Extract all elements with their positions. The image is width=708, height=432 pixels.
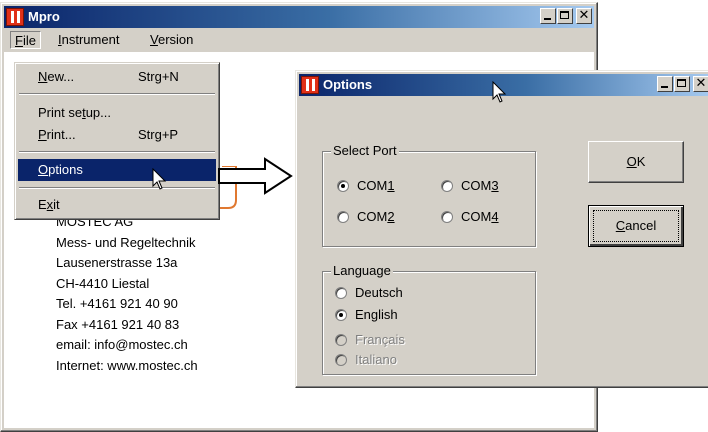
radio-button-icon (335, 354, 347, 366)
menubar: File Instrument Version (4, 29, 594, 51)
radio-button-icon (441, 180, 453, 192)
radio-button-icon (335, 287, 347, 299)
menu-item-exit[interactable]: Exit (18, 194, 216, 216)
shortcut-print: Strg+P (138, 127, 179, 142)
language-group: Language Deutsch English Français Italia… (322, 263, 536, 375)
mouse-pointer-icon (492, 81, 507, 103)
maximize-icon (560, 11, 569, 19)
ok-button[interactable]: OK (588, 141, 684, 183)
contact-info: MOSTEC AG Mess- und Regeltechnik Lausene… (56, 212, 198, 376)
cancel-button[interactable]: Cancel (588, 205, 684, 247)
radio-com3[interactable]: COM3 (441, 177, 499, 195)
main-window-title: Mpro (28, 9, 60, 24)
close-button[interactable]: ✕ (576, 7, 592, 24)
address-city: CH-4410 Liestal (56, 275, 150, 291)
radio-com4[interactable]: COM4 (441, 208, 499, 226)
close-icon: ✕ (695, 75, 707, 90)
company-subtitle: Mess- und Regeltechnik (56, 234, 196, 250)
options-dialog: Options ✕ Select Port COM1 COM3 COM2 COM… (295, 70, 708, 388)
main-caption-buttons: ✕ (539, 7, 592, 24)
maximize-icon (677, 79, 686, 87)
mpro-app-icon (6, 8, 24, 26)
menu-item-print-setup[interactable]: Print setup... (18, 102, 216, 124)
menu-instrument[interactable]: Instrument (54, 31, 123, 49)
menu-separator (19, 187, 215, 189)
shortcut-new: Strg+N (138, 69, 179, 84)
options-title: Options (323, 77, 373, 92)
menu-version[interactable]: Version (146, 31, 197, 49)
radio-button-icon (337, 211, 349, 223)
minimize-icon (544, 18, 551, 20)
right-arrow-icon (218, 157, 293, 195)
radio-button-icon (335, 309, 347, 321)
menu-item-print[interactable]: Print... Strg+P (18, 124, 216, 146)
maximize-button[interactable] (674, 76, 690, 92)
internet-line: Internet: www.mostec.ch (56, 357, 198, 373)
radio-com1[interactable]: COM1 (337, 177, 395, 195)
select-port-group: Select Port COM1 COM3 COM2 COM4 (322, 143, 536, 247)
maximize-button[interactable] (557, 8, 573, 24)
main-titlebar[interactable]: Mpro ✕ (4, 6, 594, 28)
radio-button-icon (337, 180, 349, 192)
phone-line: Tel. +4161 921 40 90 (56, 296, 178, 311)
radio-deutsch[interactable]: Deutsch (335, 284, 403, 302)
radio-button-icon (441, 211, 453, 223)
minimize-icon (661, 86, 668, 88)
mouse-pointer-icon (152, 168, 167, 190)
file-menu-dropdown: New... Strg+N Print setup... Print... St… (14, 62, 220, 220)
menu-item-new[interactable]: New... Strg+N (18, 66, 216, 88)
menu-file[interactable]: File (10, 31, 41, 49)
radio-com2[interactable]: COM2 (337, 208, 395, 226)
close-icon: ✕ (578, 7, 590, 22)
address-street: Lausenerstrasse 13a (56, 255, 178, 270)
radio-button-icon (335, 334, 347, 346)
menu-separator (19, 151, 215, 153)
menu-separator (19, 93, 215, 95)
close-button[interactable]: ✕ (693, 75, 708, 92)
radio-italiano: Italiano (335, 351, 397, 369)
menu-item-options[interactable]: Options (18, 159, 216, 181)
fax-line: Fax +4161 921 40 83 (56, 316, 180, 332)
options-caption-buttons: ✕ (656, 75, 708, 92)
select-port-label: Select Port (331, 143, 399, 159)
minimize-button[interactable] (657, 76, 673, 92)
email-line: email: info@mostec.ch (56, 337, 188, 352)
mpro-app-icon (301, 76, 319, 94)
radio-english[interactable]: English (335, 306, 398, 324)
minimize-button[interactable] (540, 8, 556, 24)
language-label: Language (331, 263, 393, 279)
radio-francais: Français (335, 331, 405, 349)
